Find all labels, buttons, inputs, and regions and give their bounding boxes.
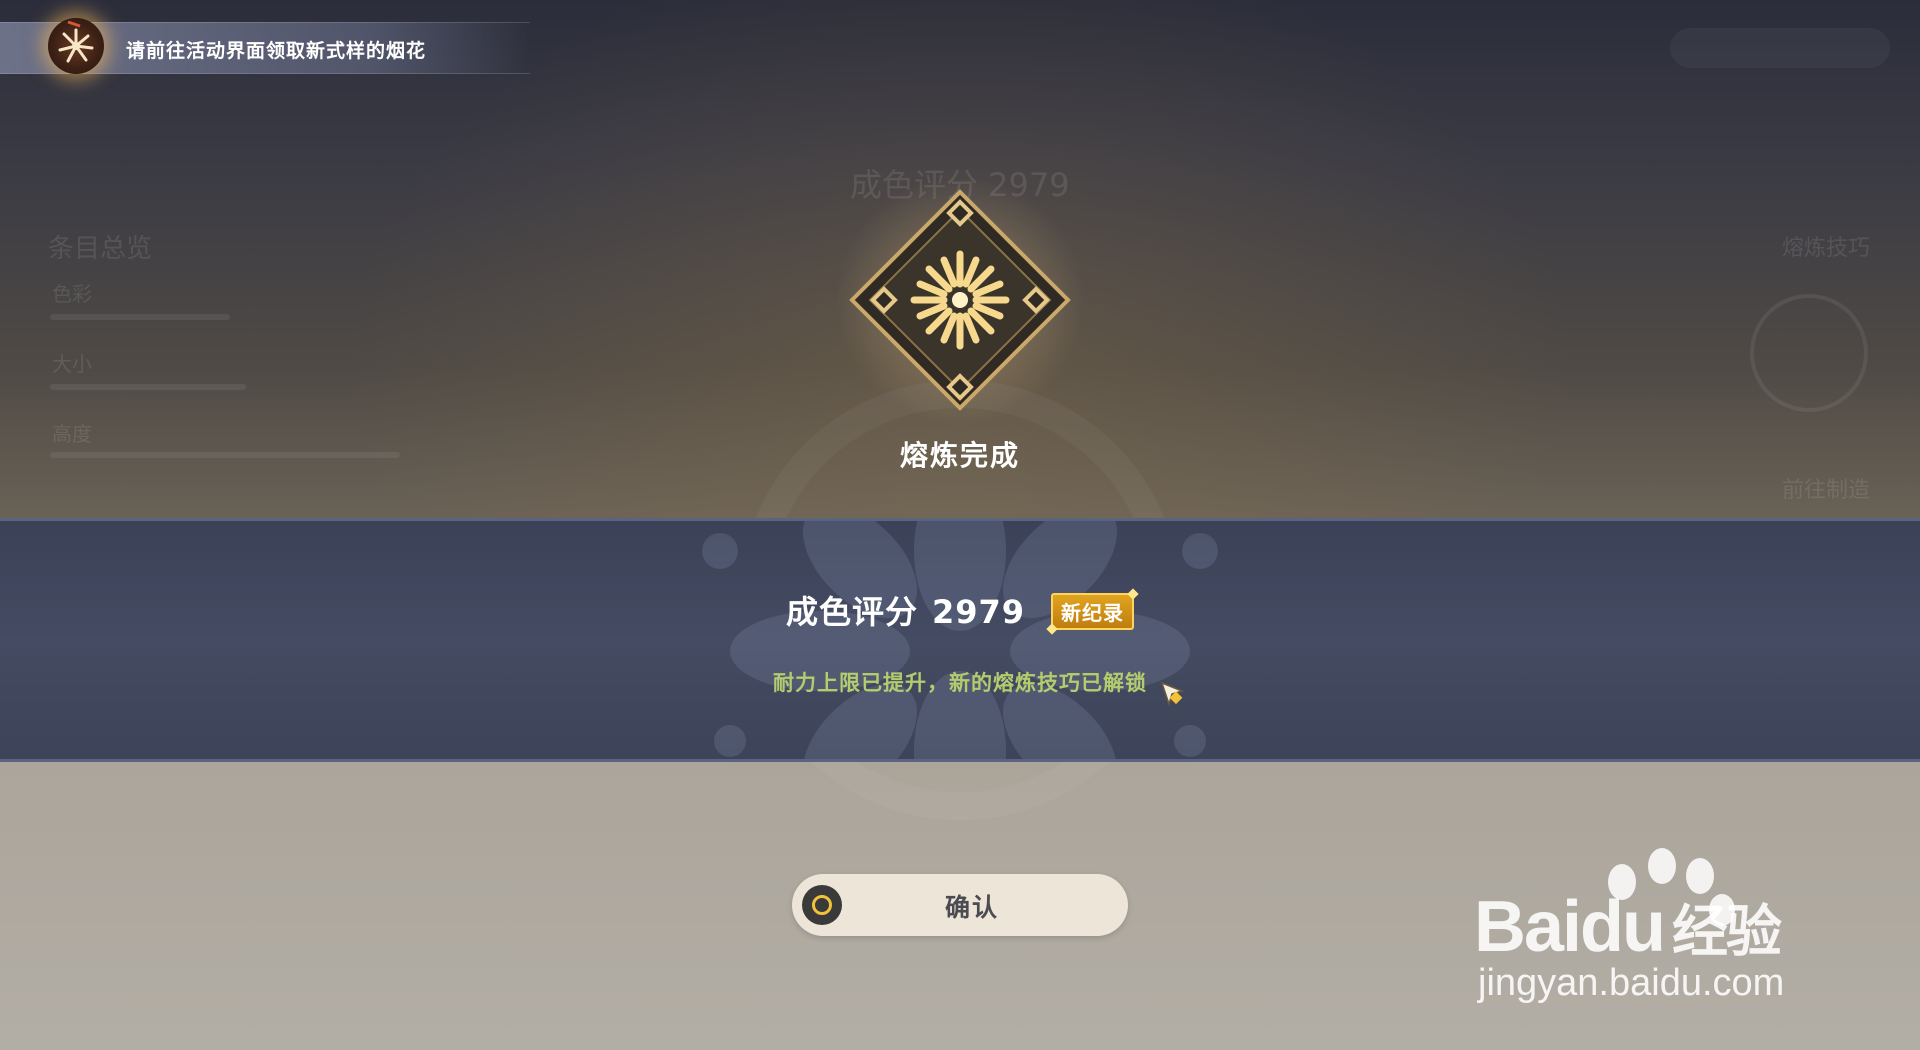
background-top-right-control — [1670, 28, 1890, 68]
confirm-button[interactable]: 确认 — [792, 874, 1128, 936]
background-progress-bar — [50, 384, 246, 390]
firework-icon — [48, 18, 104, 74]
score-value: 2979 — [931, 593, 1026, 631]
notification-text: 请前往活动界面领取新式样的烟花 — [126, 40, 427, 62]
band-flower-decoration — [702, 521, 1218, 759]
watermark-url: jingyan.baidu.com — [1478, 962, 1785, 1004]
result-title: 熔炼完成 — [899, 439, 1020, 472]
sparkle-icon — [1046, 622, 1058, 635]
background-list-item: 大小 — [52, 352, 92, 376]
new-record-badge: 新纪录 — [1046, 587, 1139, 635]
confirm-label: 确认 — [944, 893, 999, 922]
background-right-label: 熔炼技巧 — [1781, 236, 1870, 261]
score-label: 成色评分 — [785, 593, 918, 631]
background-list-item: 色彩 — [52, 282, 92, 306]
background-progress-bar — [50, 314, 230, 320]
score-line: 成色评分 2979 新纪录 — [0, 587, 1920, 635]
firework-emblem-icon — [849, 189, 1071, 411]
cursor-icon — [1160, 681, 1185, 707]
result-panel: 成色评分 2979 新纪录 耐力上限已提升，新的熔炼技巧已解锁 — [0, 518, 1920, 762]
baidu-watermark: Baidu 经验 — [1474, 886, 1782, 968]
background-list-title: 条目总览 — [48, 234, 153, 264]
background-tool-icon — [1750, 294, 1868, 412]
unlock-note: 耐力上限已提升，新的熔炼技巧已解锁 — [773, 671, 1147, 695]
new-record-text: 新纪录 — [1061, 600, 1125, 625]
watermark-brand-suffix: du — [1580, 887, 1666, 967]
watermark-chinese: 经验 — [1672, 900, 1782, 963]
sparkle-icon — [1127, 587, 1139, 600]
watermark-brand: Bai — [1474, 887, 1582, 967]
background-right-label: 前往制造 — [1781, 478, 1870, 503]
